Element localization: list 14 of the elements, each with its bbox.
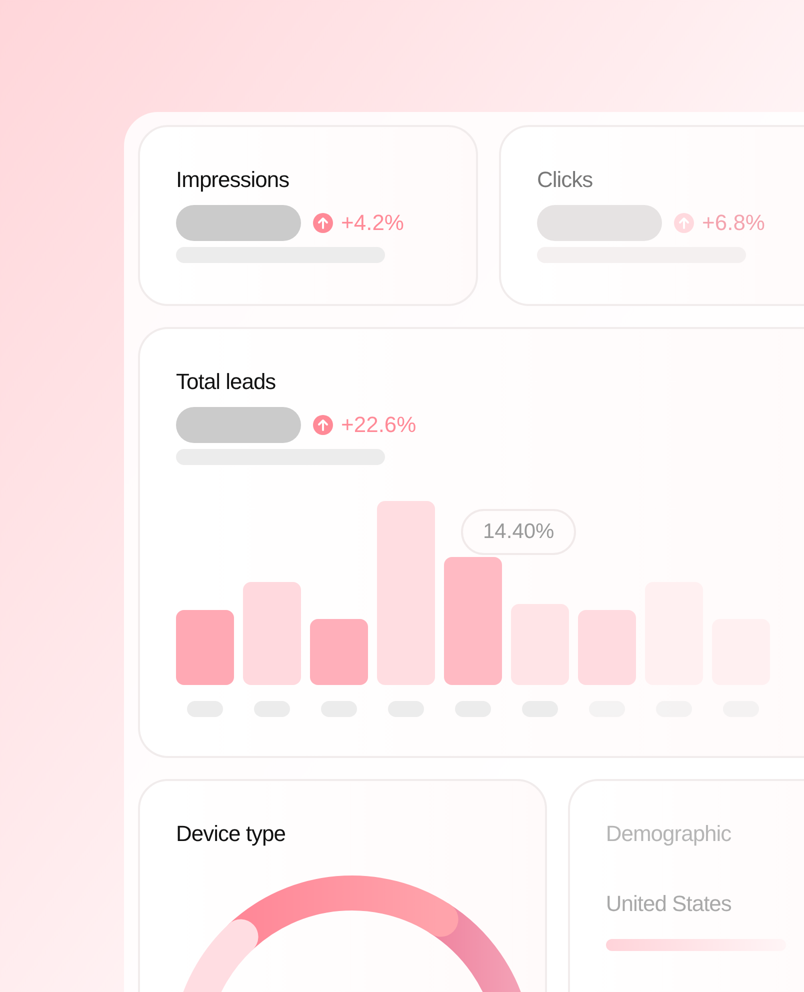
card-title: Clicks <box>537 167 594 193</box>
country-label: United States <box>606 891 732 917</box>
card-title: Device type <box>176 821 286 847</box>
card-title: Impressions <box>176 167 290 193</box>
card-title: Demographic <box>606 821 732 847</box>
arrow-up-icon <box>313 213 333 233</box>
chart-bar <box>310 619 368 685</box>
arrow-up-icon <box>674 213 694 233</box>
arrow-up-icon <box>313 415 333 435</box>
change-percent: +6.8% <box>702 210 765 236</box>
change-percent: +4.2% <box>341 210 404 236</box>
card-title: Total leads <box>176 369 277 395</box>
value-tooltip: 14.40% <box>461 509 576 555</box>
change-percent: +22.6% <box>341 412 416 438</box>
